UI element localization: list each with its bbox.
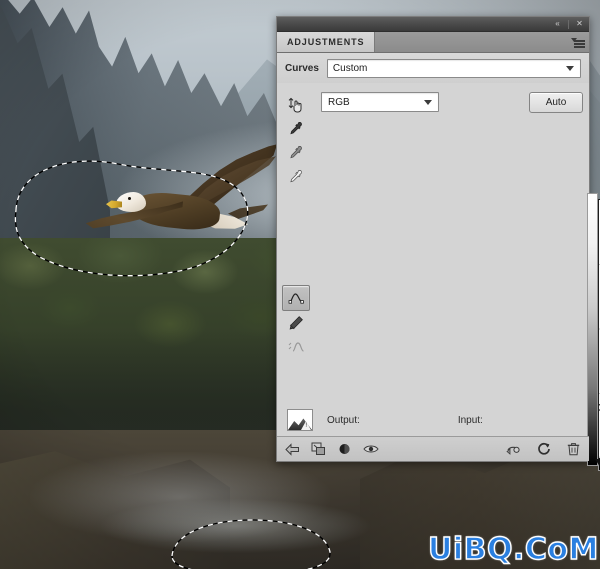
auto-button[interactable]: Auto bbox=[529, 91, 583, 113]
panel-bottom-bar[interactable] bbox=[277, 436, 589, 461]
pencil-icon bbox=[289, 316, 303, 330]
toggle-layer-visibility-button[interactable] bbox=[336, 441, 353, 458]
chevron-down-icon bbox=[424, 99, 432, 105]
view-previous-icon bbox=[505, 446, 520, 455]
preset-select[interactable]: Custom bbox=[326, 58, 581, 78]
adjustments-panel[interactable]: « ✕ ADJUSTMENTS Curves Custom RGB Auto !… bbox=[276, 16, 600, 471]
curves-label: Curves bbox=[285, 62, 319, 74]
half-filled-circle-icon bbox=[339, 444, 350, 454]
edit-points-curve-tool[interactable] bbox=[282, 285, 310, 311]
draw-curve-pencil-tool[interactable] bbox=[283, 311, 309, 335]
reset-adjustment-button[interactable] bbox=[535, 441, 552, 458]
titlebar-separator bbox=[568, 19, 569, 29]
back-arrow-icon bbox=[285, 442, 299, 456]
watermark: UiBQ.CoM bbox=[427, 531, 599, 567]
panel-tab-row[interactable]: ADJUSTMENTS bbox=[277, 32, 589, 53]
on-image-adjust-tool[interactable] bbox=[283, 93, 309, 117]
warning-exclamation: ! bbox=[305, 423, 307, 429]
delete-adjustment-layer-button[interactable] bbox=[565, 441, 582, 458]
channel-row[interactable]: RGB Auto bbox=[321, 91, 583, 113]
tab-row-filler bbox=[375, 32, 589, 52]
scrubby-hand-icon bbox=[288, 97, 301, 112]
collapse-to-icons-icon[interactable]: « bbox=[551, 19, 564, 30]
smooth-curve-values-button[interactable] bbox=[283, 335, 309, 359]
output-label: Output: bbox=[327, 414, 360, 426]
black-point-slider[interactable] bbox=[595, 459, 600, 467]
preset-select-value: Custom bbox=[332, 62, 368, 74]
output-input-row: ! Output: Input: bbox=[277, 403, 589, 437]
eyedropper-white-icon bbox=[290, 170, 302, 183]
channel-select[interactable]: RGB bbox=[321, 92, 439, 112]
curves-toolstrip[interactable] bbox=[279, 93, 313, 359]
curve-points-icon bbox=[288, 293, 304, 304]
view-previous-state-button[interactable] bbox=[505, 441, 522, 458]
trash-icon bbox=[567, 443, 580, 456]
preview-eye-button[interactable] bbox=[362, 441, 379, 458]
curves-body: RGB Auto ! Output: Input: bbox=[277, 81, 600, 471]
panel-titlebar[interactable]: « ✕ bbox=[277, 17, 589, 32]
histogram-warning-thumbnail[interactable]: ! bbox=[287, 409, 313, 431]
eagle-elliptical-selection[interactable] bbox=[8, 150, 258, 280]
clip-to-layer-icon bbox=[311, 442, 325, 455]
sample-white-point-eyedropper[interactable] bbox=[283, 165, 309, 189]
reset-circular-arrow-icon bbox=[537, 442, 550, 455]
channel-select-value: RGB bbox=[328, 96, 350, 108]
chevron-down-icon bbox=[566, 65, 574, 71]
sample-black-point-eyedropper[interactable] bbox=[283, 117, 309, 141]
preset-row[interactable]: Curves Custom bbox=[277, 53, 589, 83]
return-to-adjustment-list-button[interactable] bbox=[284, 441, 301, 458]
tab-adjustments[interactable]: ADJUSTMENTS bbox=[277, 32, 376, 52]
sample-gray-point-eyedropper[interactable] bbox=[283, 141, 309, 165]
lower-rock-elliptical-selection[interactable] bbox=[168, 512, 338, 569]
bottom-bar-right-group[interactable] bbox=[505, 441, 582, 458]
eyedropper-gray-icon bbox=[290, 146, 302, 159]
close-icon[interactable]: ✕ bbox=[573, 19, 586, 30]
eye-icon bbox=[362, 445, 379, 453]
eyedropper-black-icon bbox=[290, 122, 302, 135]
smooth-curve-icon bbox=[288, 342, 304, 352]
panel-menu-icon[interactable] bbox=[571, 36, 585, 48]
input-label: Input: bbox=[457, 414, 483, 426]
clip-to-layer-button[interactable] bbox=[310, 441, 327, 458]
